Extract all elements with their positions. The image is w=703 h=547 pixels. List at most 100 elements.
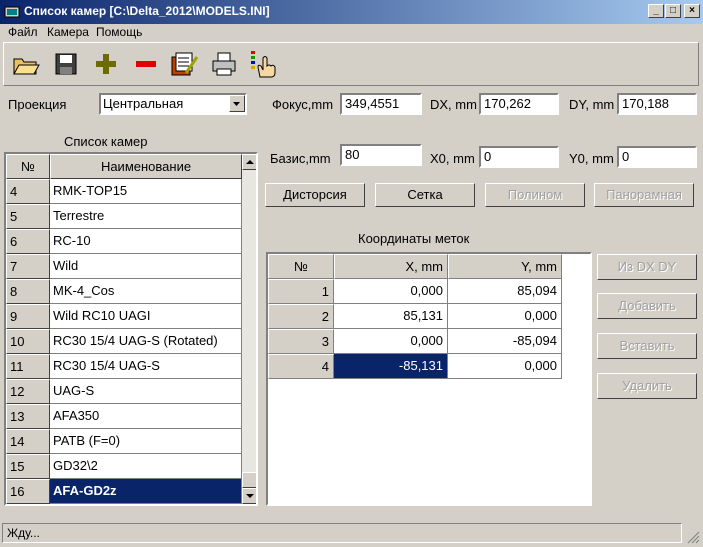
table-row[interactable]: 16 AFA-GD2z	[6, 479, 242, 504]
mark-number-cell: 2	[268, 304, 334, 329]
add-mark-button[interactable]: Добавить	[597, 293, 697, 319]
camera-name-cell[interactable]: Terrestre	[50, 204, 242, 229]
table-row[interactable]: 6 RC-10	[6, 229, 242, 254]
polynomial-button[interactable]: Полином	[485, 183, 585, 207]
dx-field[interactable]: 170,262	[479, 93, 559, 115]
camera-name-cell[interactable]: RC-10	[50, 229, 242, 254]
select-hand-icon[interactable]	[248, 49, 280, 79]
camera-name-cell[interactable]: PATB (F=0)	[50, 429, 242, 454]
x0-field[interactable]: 0	[479, 146, 559, 168]
table-row[interactable]: 5 Terrestre	[6, 204, 242, 229]
camera-name-cell[interactable]: RC30 15/4 UAG-S	[50, 354, 242, 379]
camera-name-cell[interactable]: MK-4_Cos	[50, 279, 242, 304]
app-icon	[4, 6, 20, 18]
print-icon[interactable]	[208, 49, 240, 79]
camera-name-cell[interactable]: AFA350	[50, 404, 242, 429]
chevron-down-icon[interactable]	[229, 95, 245, 112]
column-header-x[interactable]: X, mm	[334, 254, 448, 279]
column-header-mark-number[interactable]: №	[268, 254, 334, 279]
save-icon[interactable]	[50, 49, 82, 79]
table-row[interactable]: 12 UAG-S	[6, 379, 242, 404]
marks-table[interactable]: № X, mm Y, mm 1 0,000 85,094 2 85,131 0,000 3 0…	[266, 252, 592, 506]
menu-camera[interactable]: Камера	[47, 25, 89, 39]
open-icon[interactable]	[10, 49, 42, 79]
row-number: 15	[6, 454, 50, 479]
column-header-y[interactable]: Y, mm	[448, 254, 562, 279]
distortion-button[interactable]: Дисторсия	[265, 183, 365, 207]
mark-y-cell[interactable]: -85,094	[448, 329, 562, 354]
resize-grip-icon[interactable]	[684, 528, 700, 544]
x0-label: X0, mm	[430, 151, 475, 166]
remove-icon[interactable]	[130, 49, 162, 79]
dx-label: DX, mm	[430, 97, 477, 112]
row-number: 6	[6, 229, 50, 254]
camera-name-cell[interactable]: UAG-S	[50, 379, 242, 404]
dy-label: DY, mm	[569, 97, 615, 112]
mark-x-cell[interactable]: 0,000	[334, 279, 448, 304]
scroll-up-icon[interactable]	[242, 154, 256, 170]
camera-table[interactable]: № Наименование 4 RMK-TOP15 5 Terrestre 6 RC-1…	[4, 152, 258, 506]
row-number: 7	[6, 254, 50, 279]
mark-x-cell[interactable]: -85,131	[334, 354, 448, 379]
projection-label: Проекция	[8, 97, 67, 112]
row-number: 8	[6, 279, 50, 304]
projection-select[interactable]: Центральная	[99, 93, 247, 115]
camera-name-cell[interactable]: Wild RC10 UAGI	[50, 304, 242, 329]
window-title: Список камер [C:\Delta_2012\MODELS.INI]	[24, 4, 270, 18]
base-field[interactable]: 80	[340, 144, 422, 166]
mark-number-cell: 4	[268, 354, 334, 379]
camera-name-cell[interactable]: AFA-GD2z	[50, 479, 242, 504]
table-row[interactable]: 14 PATB (F=0)	[6, 429, 242, 454]
title-bar: Список камер [C:\Delta_2012\MODELS.INI] …	[0, 0, 703, 24]
table-row[interactable]: 10 RC30 15/4 UAG-S (Rotated)	[6, 329, 242, 354]
table-row[interactable]: 4 RMK-TOP15	[6, 179, 242, 204]
table-row[interactable]: 9 Wild RC10 UAGI	[6, 304, 242, 329]
mark-y-cell[interactable]: 0,000	[448, 354, 562, 379]
maximize-button[interactable]: □	[665, 4, 681, 18]
scroll-down-icon[interactable]	[242, 488, 256, 504]
camera-name-cell[interactable]: RMK-TOP15	[50, 179, 242, 204]
row-number: 10	[6, 329, 50, 354]
camera-table-header: № Наименование	[6, 154, 242, 179]
row-number: 4	[6, 179, 50, 204]
camera-table-scrollbar[interactable]	[242, 154, 256, 504]
table-row[interactable]: 13 AFA350	[6, 404, 242, 429]
insert-mark-button[interactable]: Вставить	[597, 333, 697, 359]
table-row[interactable]: 15 GD32\2	[6, 454, 242, 479]
edit-notes-icon[interactable]	[168, 49, 200, 79]
table-row[interactable]: 8 MK-4_Cos	[6, 279, 242, 304]
focus-field[interactable]: 349,4551	[340, 93, 422, 115]
from-dxdy-button[interactable]: Из DX DY	[597, 254, 697, 280]
base-label: Базис,mm	[270, 151, 331, 166]
column-header-name[interactable]: Наименование	[50, 154, 242, 179]
row-number: 9	[6, 304, 50, 329]
mark-y-cell[interactable]: 0,000	[448, 304, 562, 329]
mark-y-cell[interactable]: 85,094	[448, 279, 562, 304]
mark-x-cell[interactable]: 0,000	[334, 329, 448, 354]
camera-name-cell[interactable]: Wild	[50, 254, 242, 279]
menu-bar: Файл Камера Помощь	[0, 24, 703, 42]
menu-help[interactable]: Помощь	[96, 25, 142, 39]
row-number: 12	[6, 379, 50, 404]
table-row[interactable]: 7 Wild	[6, 254, 242, 279]
column-header-number[interactable]: №	[6, 154, 50, 179]
close-button[interactable]: ×	[684, 4, 700, 18]
table-row[interactable]: 11 RC30 15/4 UAG-S	[6, 354, 242, 379]
scroll-thumb[interactable]	[242, 472, 256, 488]
mark-x-cell[interactable]: 85,131	[334, 304, 448, 329]
row-number: 13	[6, 404, 50, 429]
camera-name-cell[interactable]: GD32\2	[50, 454, 242, 479]
add-icon[interactable]	[90, 49, 122, 79]
mark-number-cell: 1	[268, 279, 334, 304]
menu-file[interactable]: Файл	[8, 25, 38, 39]
panoramic-button[interactable]: Панорамная	[594, 183, 694, 207]
y0-field[interactable]: 0	[617, 146, 697, 168]
grid-button[interactable]: Сетка	[375, 183, 475, 207]
projection-value: Центральная	[103, 96, 184, 111]
row-number: 5	[6, 204, 50, 229]
camera-name-cell[interactable]: RC30 15/4 UAG-S (Rotated)	[50, 329, 242, 354]
delete-mark-button[interactable]: Удалить	[597, 373, 697, 399]
camera-list-title: Список камер	[64, 134, 148, 149]
dy-field[interactable]: 170,188	[617, 93, 697, 115]
minimize-button[interactable]: _	[648, 4, 664, 18]
